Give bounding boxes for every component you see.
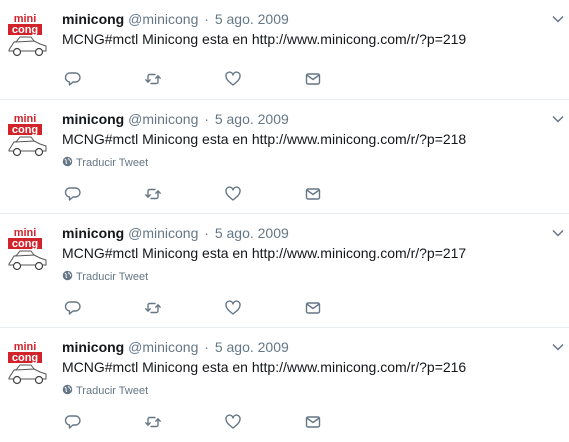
timestamp[interactable]: 5 ago. 2009 (215, 111, 289, 127)
separator: · (204, 225, 209, 241)
globe-icon (62, 384, 73, 395)
avatar[interactable]: mini cong (6, 224, 50, 274)
tweet-text: MCNG#mctl Minicong esta en http://www.mi… (62, 131, 467, 147)
avatar[interactable]: mini cong (6, 110, 50, 160)
translate-label: Traducir Tweet (76, 385, 149, 397)
avatar-logo-text: cong (12, 238, 38, 250)
avatar-logo-text: cong (12, 24, 38, 36)
timestamp[interactable]: 5 ago. 2009 (215, 339, 289, 355)
tweet[interactable]: mini cong minicong @minicong · 5 ago. 20… (0, 328, 569, 442)
translate-tweet-link[interactable]: Traducir Tweet (62, 270, 148, 284)
tweet-header: minicong @minicong · 5 ago. 2009 (62, 338, 289, 356)
avatar[interactable]: mini cong (6, 10, 50, 60)
avatar-logo-text: cong (12, 352, 38, 364)
translate-tweet-link[interactable]: Traducir Tweet (62, 156, 148, 170)
envelope-icon[interactable] (304, 70, 322, 88)
tweet-actions (62, 299, 362, 319)
envelope-icon[interactable] (304, 185, 322, 203)
retweet-icon[interactable] (144, 70, 162, 88)
display-name[interactable]: minicong (62, 111, 124, 127)
tweet-header: minicong @minicong · 5 ago. 2009 (62, 10, 289, 28)
reply-icon[interactable] (64, 185, 82, 203)
tweet-actions (62, 413, 362, 433)
translate-tweet-link[interactable]: Traducir Tweet (62, 384, 148, 398)
translate-label: Traducir Tweet (76, 157, 149, 169)
separator: · (204, 111, 209, 127)
heart-icon[interactable] (224, 185, 242, 203)
chevron-down-icon[interactable] (551, 12, 565, 26)
tweet-actions (62, 70, 362, 90)
separator: · (204, 339, 209, 355)
envelope-icon[interactable] (304, 299, 322, 317)
username[interactable]: @minicong (128, 111, 198, 127)
reply-icon[interactable] (64, 413, 82, 431)
username[interactable]: @minicong (128, 339, 198, 355)
display-name[interactable]: minicong (62, 11, 124, 27)
avatar-logo-text: cong (12, 124, 38, 136)
username[interactable]: @minicong (128, 11, 198, 27)
tweet-text: MCNG#mctl Minicong esta en http://www.mi… (62, 31, 467, 47)
globe-icon (62, 156, 73, 167)
envelope-icon[interactable] (304, 413, 322, 431)
reply-icon[interactable] (64, 299, 82, 317)
reply-icon[interactable] (64, 70, 82, 88)
retweet-icon[interactable] (144, 299, 162, 317)
retweet-icon[interactable] (144, 413, 162, 431)
avatar[interactable]: mini cong (6, 338, 50, 388)
retweet-icon[interactable] (144, 185, 162, 203)
translate-label: Traducir Tweet (76, 271, 149, 283)
separator: · (204, 11, 209, 27)
heart-icon[interactable] (224, 70, 242, 88)
tweet[interactable]: mini cong minicong @minicong · 5 ago. 20… (0, 0, 569, 100)
username[interactable]: @minicong (128, 225, 198, 241)
chevron-down-icon[interactable] (551, 226, 565, 240)
tweet-header: minicong @minicong · 5 ago. 2009 (62, 110, 289, 128)
tweet-feed: mini cong minicong @minicong · 5 ago. 20… (0, 0, 569, 442)
tweet-text: MCNG#mctl Minicong esta en http://www.mi… (62, 245, 467, 261)
timestamp[interactable]: 5 ago. 2009 (215, 11, 289, 27)
tweet-text: MCNG#mctl Minicong esta en http://www.mi… (62, 359, 467, 375)
heart-icon[interactable] (224, 413, 242, 431)
tweet[interactable]: mini cong minicong @minicong · 5 ago. 20… (0, 214, 569, 328)
globe-icon (62, 270, 73, 281)
display-name[interactable]: minicong (62, 225, 124, 241)
timestamp[interactable]: 5 ago. 2009 (215, 225, 289, 241)
chevron-down-icon[interactable] (551, 340, 565, 354)
tweet-actions (62, 185, 362, 205)
chevron-down-icon[interactable] (551, 112, 565, 126)
tweet[interactable]: mini cong minicong @minicong · 5 ago. 20… (0, 100, 569, 214)
display-name[interactable]: minicong (62, 339, 124, 355)
heart-icon[interactable] (224, 299, 242, 317)
tweet-header: minicong @minicong · 5 ago. 2009 (62, 224, 289, 242)
